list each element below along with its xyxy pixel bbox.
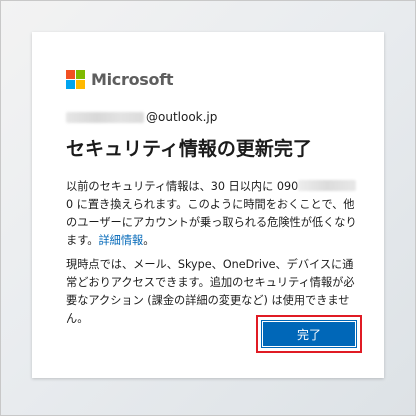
background-frame: Microsoft @outlook.jp セキュリティ情報の更新完了 以前のセ… — [0, 0, 416, 416]
done-button-highlight: 完了 — [256, 315, 362, 353]
message-text-start: 以前のセキュリティ情報は、30 日以内に 090 — [66, 180, 299, 193]
done-button[interactable]: 完了 — [261, 320, 357, 348]
page-title: セキュリティ情報の更新完了 — [66, 138, 312, 160]
email-domain: @outlook.jp — [146, 110, 218, 124]
info-message: 以前のセキュリティ情報は、30 日以内に 0900 に置き換えられます。このよう… — [66, 178, 362, 250]
brand-name: Microsoft — [91, 69, 174, 89]
account-email: @outlook.jp — [66, 109, 217, 125]
message-text-end: 。 — [143, 234, 155, 247]
microsoft-logo-icon — [66, 69, 85, 89]
blurred-email-username — [66, 111, 144, 123]
learn-more-link[interactable]: 詳細情報 — [98, 234, 143, 247]
redacted-phone-number — [298, 180, 357, 191]
dialog-card: Microsoft @outlook.jp セキュリティ情報の更新完了 以前のセ… — [32, 32, 384, 378]
microsoft-logo: Microsoft — [66, 69, 174, 89]
